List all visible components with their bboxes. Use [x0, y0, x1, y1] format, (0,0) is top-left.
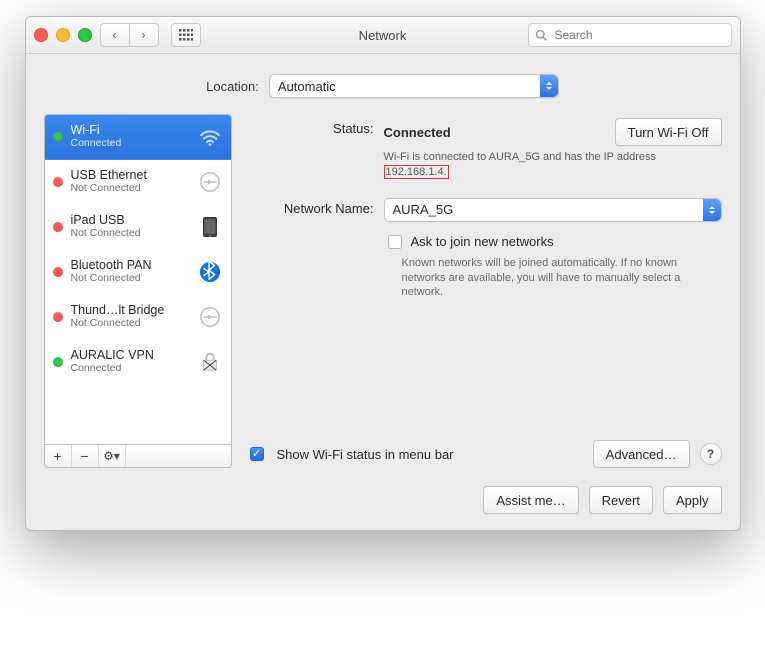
show-status-checkbox[interactable]	[250, 447, 264, 461]
show-status-label: Show Wi-Fi status in menu bar	[277, 447, 454, 462]
status-dot-icon	[53, 267, 63, 277]
network-prefs-window: ‹ › Network Location: Automatic	[25, 16, 741, 531]
zoom-icon[interactable]	[78, 28, 92, 42]
apply-button[interactable]: Apply	[663, 486, 722, 514]
status-dot-icon	[53, 177, 63, 187]
turn-wifi-off-button[interactable]: Turn Wi-Fi Off	[615, 118, 722, 146]
svc-name: USB Ethernet	[71, 169, 147, 183]
ask-to-join-checkbox[interactable]	[388, 235, 402, 249]
svc-status: Not Connected	[71, 183, 147, 195]
add-service-button[interactable]: +	[45, 445, 72, 467]
status-dot-icon	[53, 357, 63, 367]
search-icon	[535, 29, 547, 41]
ip-address-highlight: 192.168.1.4.	[384, 165, 449, 179]
show-all-button[interactable]	[171, 23, 201, 47]
status-desc-text: Wi-Fi is connected to AURA_5G and has th…	[384, 151, 657, 163]
search-field[interactable]	[528, 23, 732, 47]
chevron-updown-icon	[703, 199, 721, 221]
svc-status: Not Connected	[71, 273, 152, 285]
status-dot-icon	[53, 132, 63, 142]
help-button[interactable]: ?	[700, 443, 722, 465]
svc-name: iPad USB	[71, 214, 141, 228]
location-label: Location:	[206, 79, 259, 94]
network-name-label: Network Name:	[246, 198, 374, 216]
nav-buttons: ‹ ›	[100, 23, 159, 47]
ipad-icon	[197, 214, 223, 240]
location-select[interactable]: Automatic	[269, 74, 559, 98]
sidebar-item-ipad-usb[interactable]: iPad USB Not Connected	[45, 205, 231, 250]
ethernet-icon	[197, 169, 223, 195]
status-dot-icon	[53, 222, 63, 232]
network-name-select[interactable]: AURA_5G	[384, 198, 722, 222]
ask-to-join-label: Ask to join new networks	[411, 234, 554, 249]
titlebar: ‹ › Network	[26, 17, 740, 54]
sidebar-item-auralic-vpn[interactable]: AURALIC VPN Connected	[45, 340, 231, 385]
service-actions-button[interactable]: ⚙︎▾	[99, 445, 126, 467]
status-dot-icon	[53, 312, 63, 322]
assist-me-button[interactable]: Assist me…	[483, 486, 578, 514]
service-list: Wi-Fi Connected USB Ethernet Not	[44, 114, 232, 445]
ethernet-icon	[197, 304, 223, 330]
vpn-lock-icon	[197, 349, 223, 375]
status-description: Wi-Fi is connected to AURA_5G and has th…	[384, 150, 714, 180]
svc-name: Thund…lt Bridge	[71, 304, 165, 318]
forward-button[interactable]: ›	[129, 23, 159, 47]
search-input[interactable]	[553, 27, 725, 43]
close-icon[interactable]	[34, 28, 48, 42]
network-name-value: AURA_5G	[393, 202, 454, 217]
svc-name: AURALIC VPN	[71, 349, 154, 363]
bluetooth-icon	[197, 259, 223, 285]
back-button[interactable]: ‹	[100, 23, 130, 47]
svc-status: Connected	[71, 138, 122, 150]
sidebar-item-wifi[interactable]: Wi-Fi Connected	[45, 115, 231, 160]
minimize-icon[interactable]	[56, 28, 70, 42]
sidebar-item-thunderbolt-bridge[interactable]: Thund…lt Bridge Not Connected	[45, 295, 231, 340]
remove-service-button[interactable]: −	[72, 445, 99, 467]
traffic-lights	[34, 28, 92, 42]
detail-pane: Status: Connected Turn Wi-Fi Off Wi-Fi i…	[246, 114, 722, 468]
svc-status: Not Connected	[71, 318, 165, 330]
chevron-updown-icon	[540, 75, 558, 97]
wifi-icon	[197, 124, 223, 150]
sidebar-item-usb-ethernet[interactable]: USB Ethernet Not Connected	[45, 160, 231, 205]
status-label: Status:	[246, 118, 374, 136]
svc-name: Wi-Fi	[71, 124, 122, 138]
status-value: Connected	[384, 125, 451, 140]
sidebar-item-bluetooth-pan[interactable]: Bluetooth PAN Not Connected	[45, 250, 231, 295]
svc-name: Bluetooth PAN	[71, 259, 152, 273]
location-value: Automatic	[278, 79, 336, 94]
revert-button[interactable]: Revert	[589, 486, 653, 514]
svc-status: Connected	[71, 363, 154, 375]
grid-icon	[179, 29, 193, 41]
svc-status: Not Connected	[71, 228, 141, 240]
advanced-button[interactable]: Advanced…	[593, 440, 690, 468]
ask-to-join-description: Known networks will be joined automatica…	[402, 256, 702, 301]
sidebar-toolbar: + − ⚙︎▾	[44, 445, 232, 468]
